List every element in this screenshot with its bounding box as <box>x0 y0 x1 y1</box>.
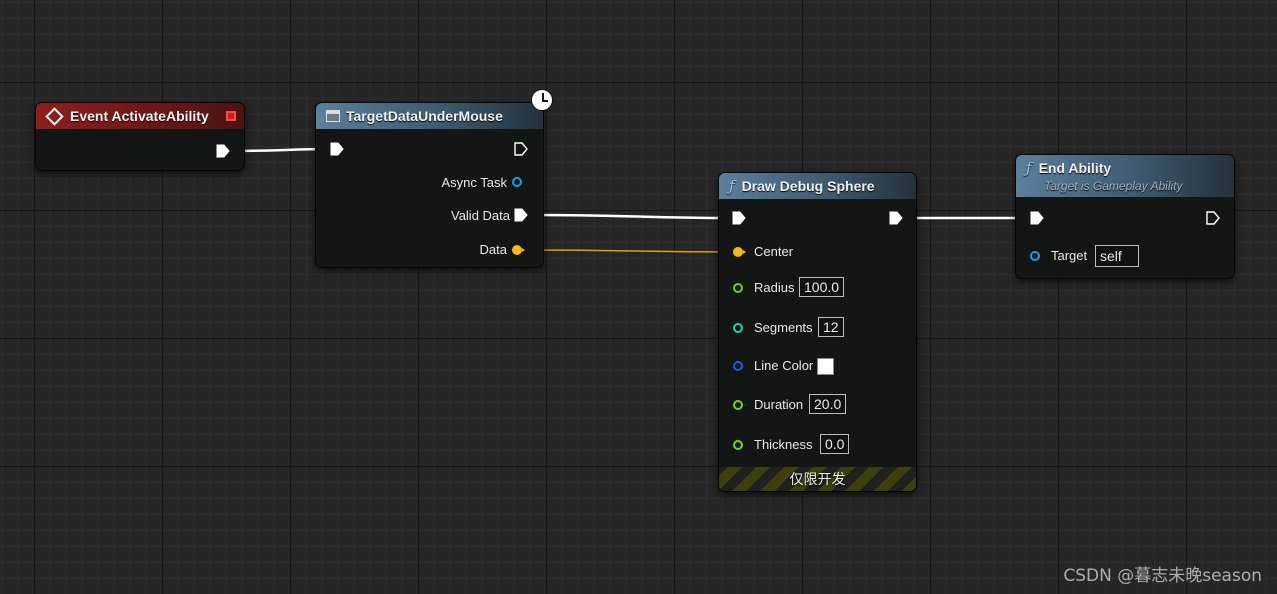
watermark: CSDN @暮志未晚season <box>1063 566 1262 586</box>
target-label: Target <box>1051 248 1088 263</box>
node-header[interactable]: TargetDataUnderMouse <box>316 103 543 129</box>
data-struct-pin[interactable] <box>512 245 525 255</box>
thickness-input[interactable]: 0.0 <box>820 434 850 454</box>
node-header[interactable]: ƒ Draw Debug Sphere <box>719 173 916 199</box>
exec-output-pin[interactable] <box>889 211 903 225</box>
valid-data-exec-pin[interactable] <box>514 208 528 222</box>
node-header[interactable]: ƒ End Ability Target is Gameplay Ability <box>1016 155 1234 197</box>
macro-node-icon <box>326 110 340 122</box>
exec-wire-validdata-to-drawsphere <box>527 213 735 220</box>
event-diamond-icon <box>45 106 64 126</box>
segments-pin[interactable] <box>733 323 743 333</box>
target-input[interactable]: self <box>1095 245 1139 267</box>
exec-input-pin[interactable] <box>732 211 746 225</box>
segments-label: Segments <box>754 320 813 335</box>
duration-pin[interactable] <box>733 400 743 410</box>
exec-input-pin[interactable] <box>330 142 344 156</box>
radius-input[interactable]: 100.0 <box>799 277 845 297</box>
radius-label: Radius <box>754 280 795 295</box>
center-label: Center <box>754 244 794 259</box>
draw-debug-sphere-node[interactable]: ƒ Draw Debug Sphere Center Radius 100.0 … <box>719 173 916 491</box>
async-task-label: Async Task <box>441 175 507 190</box>
latent-clock-icon <box>531 89 553 111</box>
thickness-pin[interactable] <box>733 440 743 450</box>
exec-input-pin[interactable] <box>1030 211 1044 225</box>
exec-output-pin[interactable] <box>216 144 230 158</box>
node-title: Draw Debug Sphere <box>741 178 875 194</box>
duration-input[interactable]: 20.0 <box>809 394 847 414</box>
node-title: End Ability <box>1038 160 1112 176</box>
node-header[interactable]: Event ActivateAbility <box>36 103 244 129</box>
exec-output-pin[interactable] <box>1206 211 1220 225</box>
center-pin[interactable] <box>733 247 746 257</box>
data-wire-data-to-center <box>525 249 739 253</box>
line-color-label: Line Color <box>754 358 814 373</box>
line-color-pin[interactable] <box>733 361 743 371</box>
line-color-swatch[interactable] <box>817 358 834 375</box>
target-pin[interactable] <box>1030 251 1040 261</box>
segments-input[interactable]: 12 <box>818 317 844 337</box>
valid-data-label: Valid Data <box>450 208 510 223</box>
function-icon: ƒ <box>1026 159 1032 177</box>
exec-output-pin[interactable] <box>514 142 528 156</box>
end-ability-node[interactable]: ƒ End Ability Target is Gameplay Ability… <box>1016 155 1234 278</box>
target-data-under-mouse-node[interactable]: TargetDataUnderMouse Async Task Valid Da… <box>316 89 553 267</box>
delegate-pin-icon[interactable] <box>226 111 236 121</box>
node-subtitle: Target is Gameplay Ability <box>1044 179 1183 193</box>
thickness-label: Thickness <box>754 437 813 452</box>
function-icon: ƒ <box>729 177 735 195</box>
data-label: Data <box>479 242 507 257</box>
event-activate-ability-node[interactable]: Event ActivateAbility <box>36 103 244 170</box>
async-task-pin[interactable] <box>512 177 522 187</box>
wires-layer <box>229 147 1033 253</box>
development-only-banner: 仅限开发 <box>719 467 916 491</box>
radius-pin[interactable] <box>733 283 743 293</box>
node-title: TargetDataUnderMouse <box>346 108 503 124</box>
development-only-label: 仅限开发 <box>789 472 846 488</box>
duration-label: Duration <box>754 397 804 412</box>
node-title: Event ActivateAbility <box>70 108 209 124</box>
